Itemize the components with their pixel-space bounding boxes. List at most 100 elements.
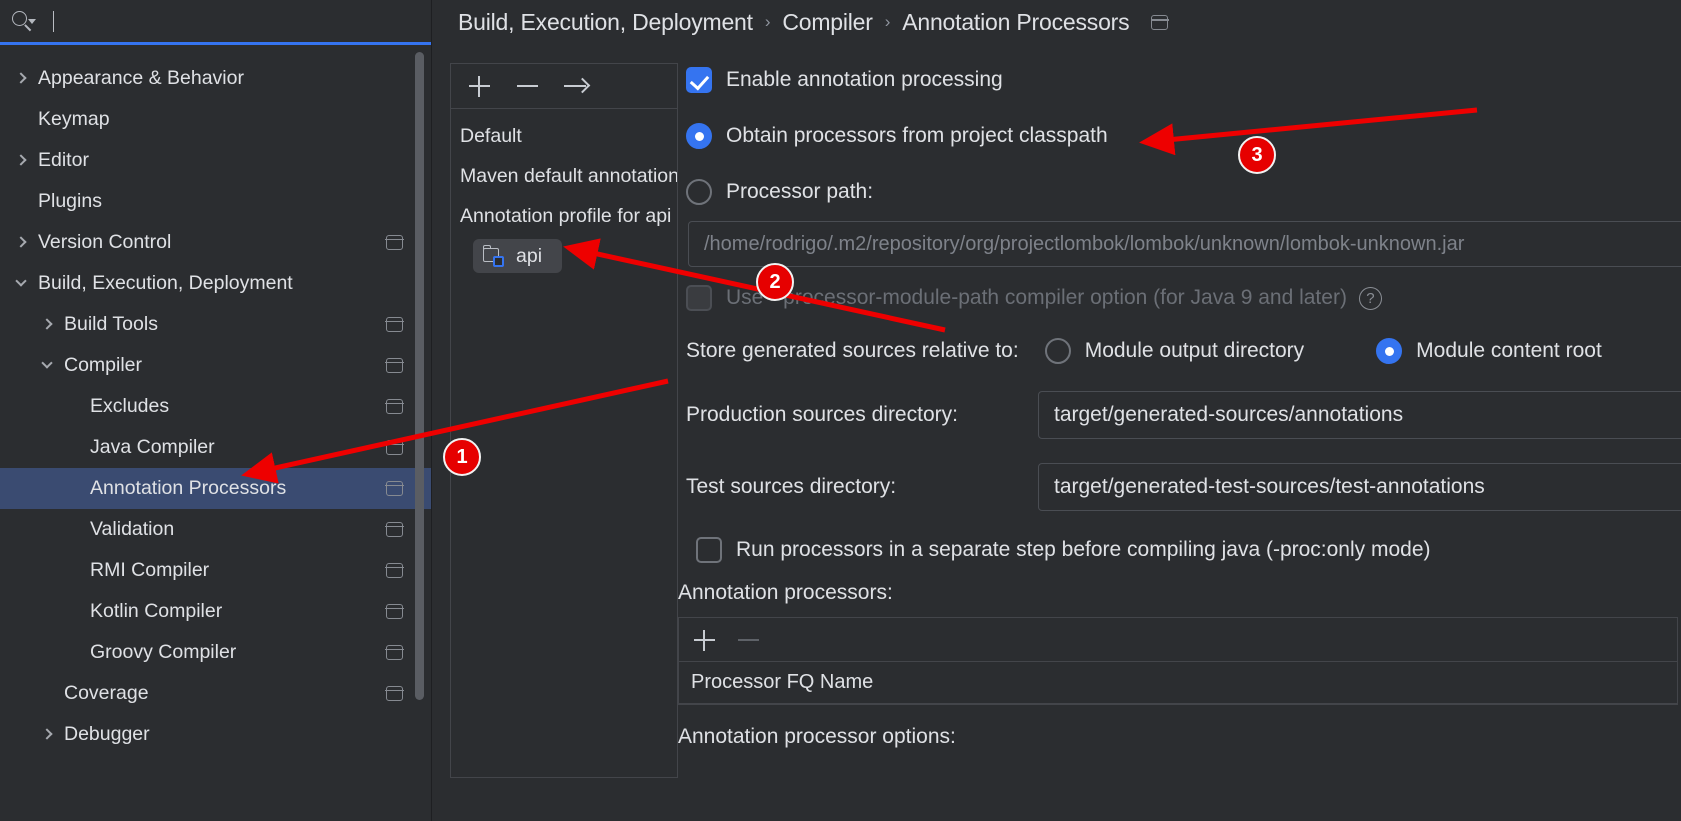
breadcrumb: Build, Execution, Deployment › Compiler … [432, 0, 1681, 45]
run-separate-step-checkbox[interactable] [696, 537, 722, 563]
processor-fq-name-header: Processor FQ Name [679, 662, 1677, 704]
profile-item-label: Annotation profile for api [460, 204, 672, 227]
test-sources-label: Test sources directory: [686, 475, 897, 498]
project-level-settings-icon [385, 357, 404, 373]
add-profile-icon[interactable] [466, 73, 492, 99]
sidebar-item-label: RMI Compiler [90, 559, 210, 581]
breadcrumb-item-2[interactable]: Annotation Processors [902, 9, 1129, 36]
sidebar-item-label: Compiler [64, 354, 143, 376]
content-area: Default Maven default annotation processo… [432, 45, 1681, 821]
settings-search-field[interactable] [0, 0, 431, 45]
add-processor-icon[interactable] [691, 627, 717, 653]
sidebar-item-label: Editor [38, 149, 89, 171]
obtain-from-classpath-radio[interactable] [686, 123, 712, 149]
sidebar-item-validation[interactable]: Validation [0, 509, 431, 550]
processor-module-path-row[interactable]: Use --processor-module-path compiler opt… [678, 281, 1681, 315]
profile-item-label: Default [460, 124, 522, 147]
breadcrumb-item-1[interactable]: Compiler [782, 9, 873, 36]
sidebar-item-label: Plugins [38, 190, 102, 212]
enable-annotation-processing-row[interactable]: Enable annotation processing [678, 63, 1681, 97]
store-generated-sources-row: Store generated sources relative to: Mod… [678, 331, 1681, 371]
sidebar-item-version-control[interactable]: Version Control [0, 222, 431, 263]
sidebar: Appearance & Behavior Keymap Editor Plugins… [0, 0, 432, 821]
sidebar-item-kotlin-compiler[interactable]: Kotlin Compiler [0, 591, 431, 632]
test-sources-input[interactable]: target/generated-test-sources/test-annot… [1038, 463, 1681, 511]
project-level-settings-icon [385, 644, 404, 660]
settings-tree: Appearance & Behavior Keymap Editor Plugins… [0, 45, 431, 821]
sidebar-item-label: Build, Execution, Deployment [38, 272, 293, 294]
sidebar-item-editor[interactable]: Editor [0, 140, 431, 181]
remove-profile-icon[interactable] [514, 73, 540, 99]
chevron-right-icon[interactable] [14, 153, 29, 168]
sidebar-item-build-tools[interactable]: Build Tools [0, 304, 431, 345]
chevron-down-icon[interactable] [14, 275, 29, 291]
main-panel: Build, Execution, Deployment › Compiler … [432, 0, 1681, 821]
sidebar-item-java-compiler[interactable]: Java Compiler [0, 427, 431, 468]
project-level-settings-icon [385, 603, 404, 619]
move-to-profile-icon[interactable] [562, 73, 588, 99]
enable-annotation-processing-checkbox[interactable] [686, 67, 712, 93]
profile-list-item[interactable]: Default [451, 116, 677, 156]
sidebar-item-label: Debugger [64, 723, 150, 745]
chevron-right-icon[interactable] [14, 235, 29, 250]
module-content-root-radio[interactable] [1376, 338, 1403, 364]
run-separate-step-row[interactable]: Run processors in a separate step before… [678, 533, 1681, 567]
sidebar-item-rmi-compiler[interactable]: RMI Compiler [0, 550, 431, 591]
sidebar-item-build-execution-deployment[interactable]: Build, Execution, Deployment [0, 263, 431, 304]
project-level-settings-icon [385, 480, 404, 496]
profile-list-item[interactable]: api [451, 236, 677, 276]
obtain-from-classpath-row[interactable]: Obtain processors from project classpath [678, 119, 1681, 153]
profile-list-item[interactable]: Maven default annotation processors prof… [451, 156, 677, 196]
sidebar-item-groovy-compiler[interactable]: Groovy Compiler [0, 632, 431, 673]
profile-list-item[interactable]: Annotation profile for api [451, 196, 677, 236]
project-level-settings-icon [385, 685, 404, 701]
sidebar-item-debugger[interactable]: Debugger [0, 714, 431, 755]
project-level-settings-icon [385, 439, 404, 455]
selected-module-pill[interactable]: api [473, 239, 563, 273]
annotation-processors-settings: Enable annotation processing Obtain proc… [678, 45, 1681, 821]
sidebar-item-keymap[interactable]: Keymap [0, 99, 431, 140]
store-generated-sources-label: Store generated sources relative to: [686, 339, 1019, 362]
sidebar-item-appearance-behavior[interactable]: Appearance & Behavior [0, 58, 431, 99]
module-folder-icon [482, 245, 506, 267]
sidebar-item-label: Validation [90, 518, 175, 540]
chevron-down-icon[interactable] [40, 357, 55, 373]
annotation-processor-options-label: Annotation processor options: [678, 725, 956, 748]
chevron-right-icon[interactable] [40, 317, 55, 332]
sidebar-item-label: Java Compiler [90, 436, 215, 458]
profile-list: Default Maven default annotation processo… [451, 109, 677, 276]
module-content-root-label: Module content root [1416, 339, 1602, 362]
sidebar-scrollbar[interactable] [415, 52, 424, 700]
obtain-from-classpath-label: Obtain processors from project classpath [726, 124, 1108, 147]
module-output-directory-radio[interactable] [1044, 338, 1071, 364]
processor-path-input[interactable]: /home/rodrigo/.m2/repository/org/project… [688, 221, 1681, 267]
text-cursor [53, 10, 54, 32]
processors-toolbar [679, 618, 1677, 662]
production-sources-input[interactable]: target/generated-sources/annotations [1038, 391, 1681, 439]
processor-path-row[interactable]: Processor path: [678, 175, 1681, 209]
project-level-settings-icon [385, 521, 404, 537]
production-sources-label: Production sources directory: [686, 403, 958, 426]
sidebar-item-excludes[interactable]: Excludes [0, 386, 431, 427]
profile-item-label: Maven default annotation processors prof… [460, 164, 677, 187]
project-level-settings-icon [385, 316, 404, 332]
sidebar-item-label: Version Control [38, 231, 172, 253]
processor-path-label: Processor path: [726, 180, 874, 203]
search-icon[interactable] [10, 8, 36, 34]
sidebar-item-plugins[interactable]: Plugins [0, 181, 431, 222]
sidebar-item-label: Keymap [38, 108, 110, 130]
processor-module-path-checkbox[interactable] [686, 285, 712, 311]
annotation-processors-table: Processor FQ Name [678, 617, 1678, 705]
run-separate-step-label: Run processors in a separate step before… [736, 538, 1431, 561]
processor-module-path-label: Use --processor-module-path compiler opt… [726, 286, 1347, 309]
chevron-right-icon[interactable] [14, 71, 29, 86]
sidebar-item-annotation-processors[interactable]: Annotation Processors [0, 468, 431, 509]
sidebar-item-compiler[interactable]: Compiler [0, 345, 431, 386]
annotation-processors-section-label: Annotation processors: [678, 581, 893, 604]
processor-path-radio[interactable] [686, 179, 712, 205]
sidebar-item-coverage[interactable]: Coverage [0, 673, 431, 714]
chevron-right-icon[interactable] [40, 727, 55, 742]
sidebar-item-label: Groovy Compiler [90, 641, 237, 663]
breadcrumb-item-0[interactable]: Build, Execution, Deployment [458, 9, 753, 36]
help-icon[interactable]: ? [1358, 286, 1382, 310]
